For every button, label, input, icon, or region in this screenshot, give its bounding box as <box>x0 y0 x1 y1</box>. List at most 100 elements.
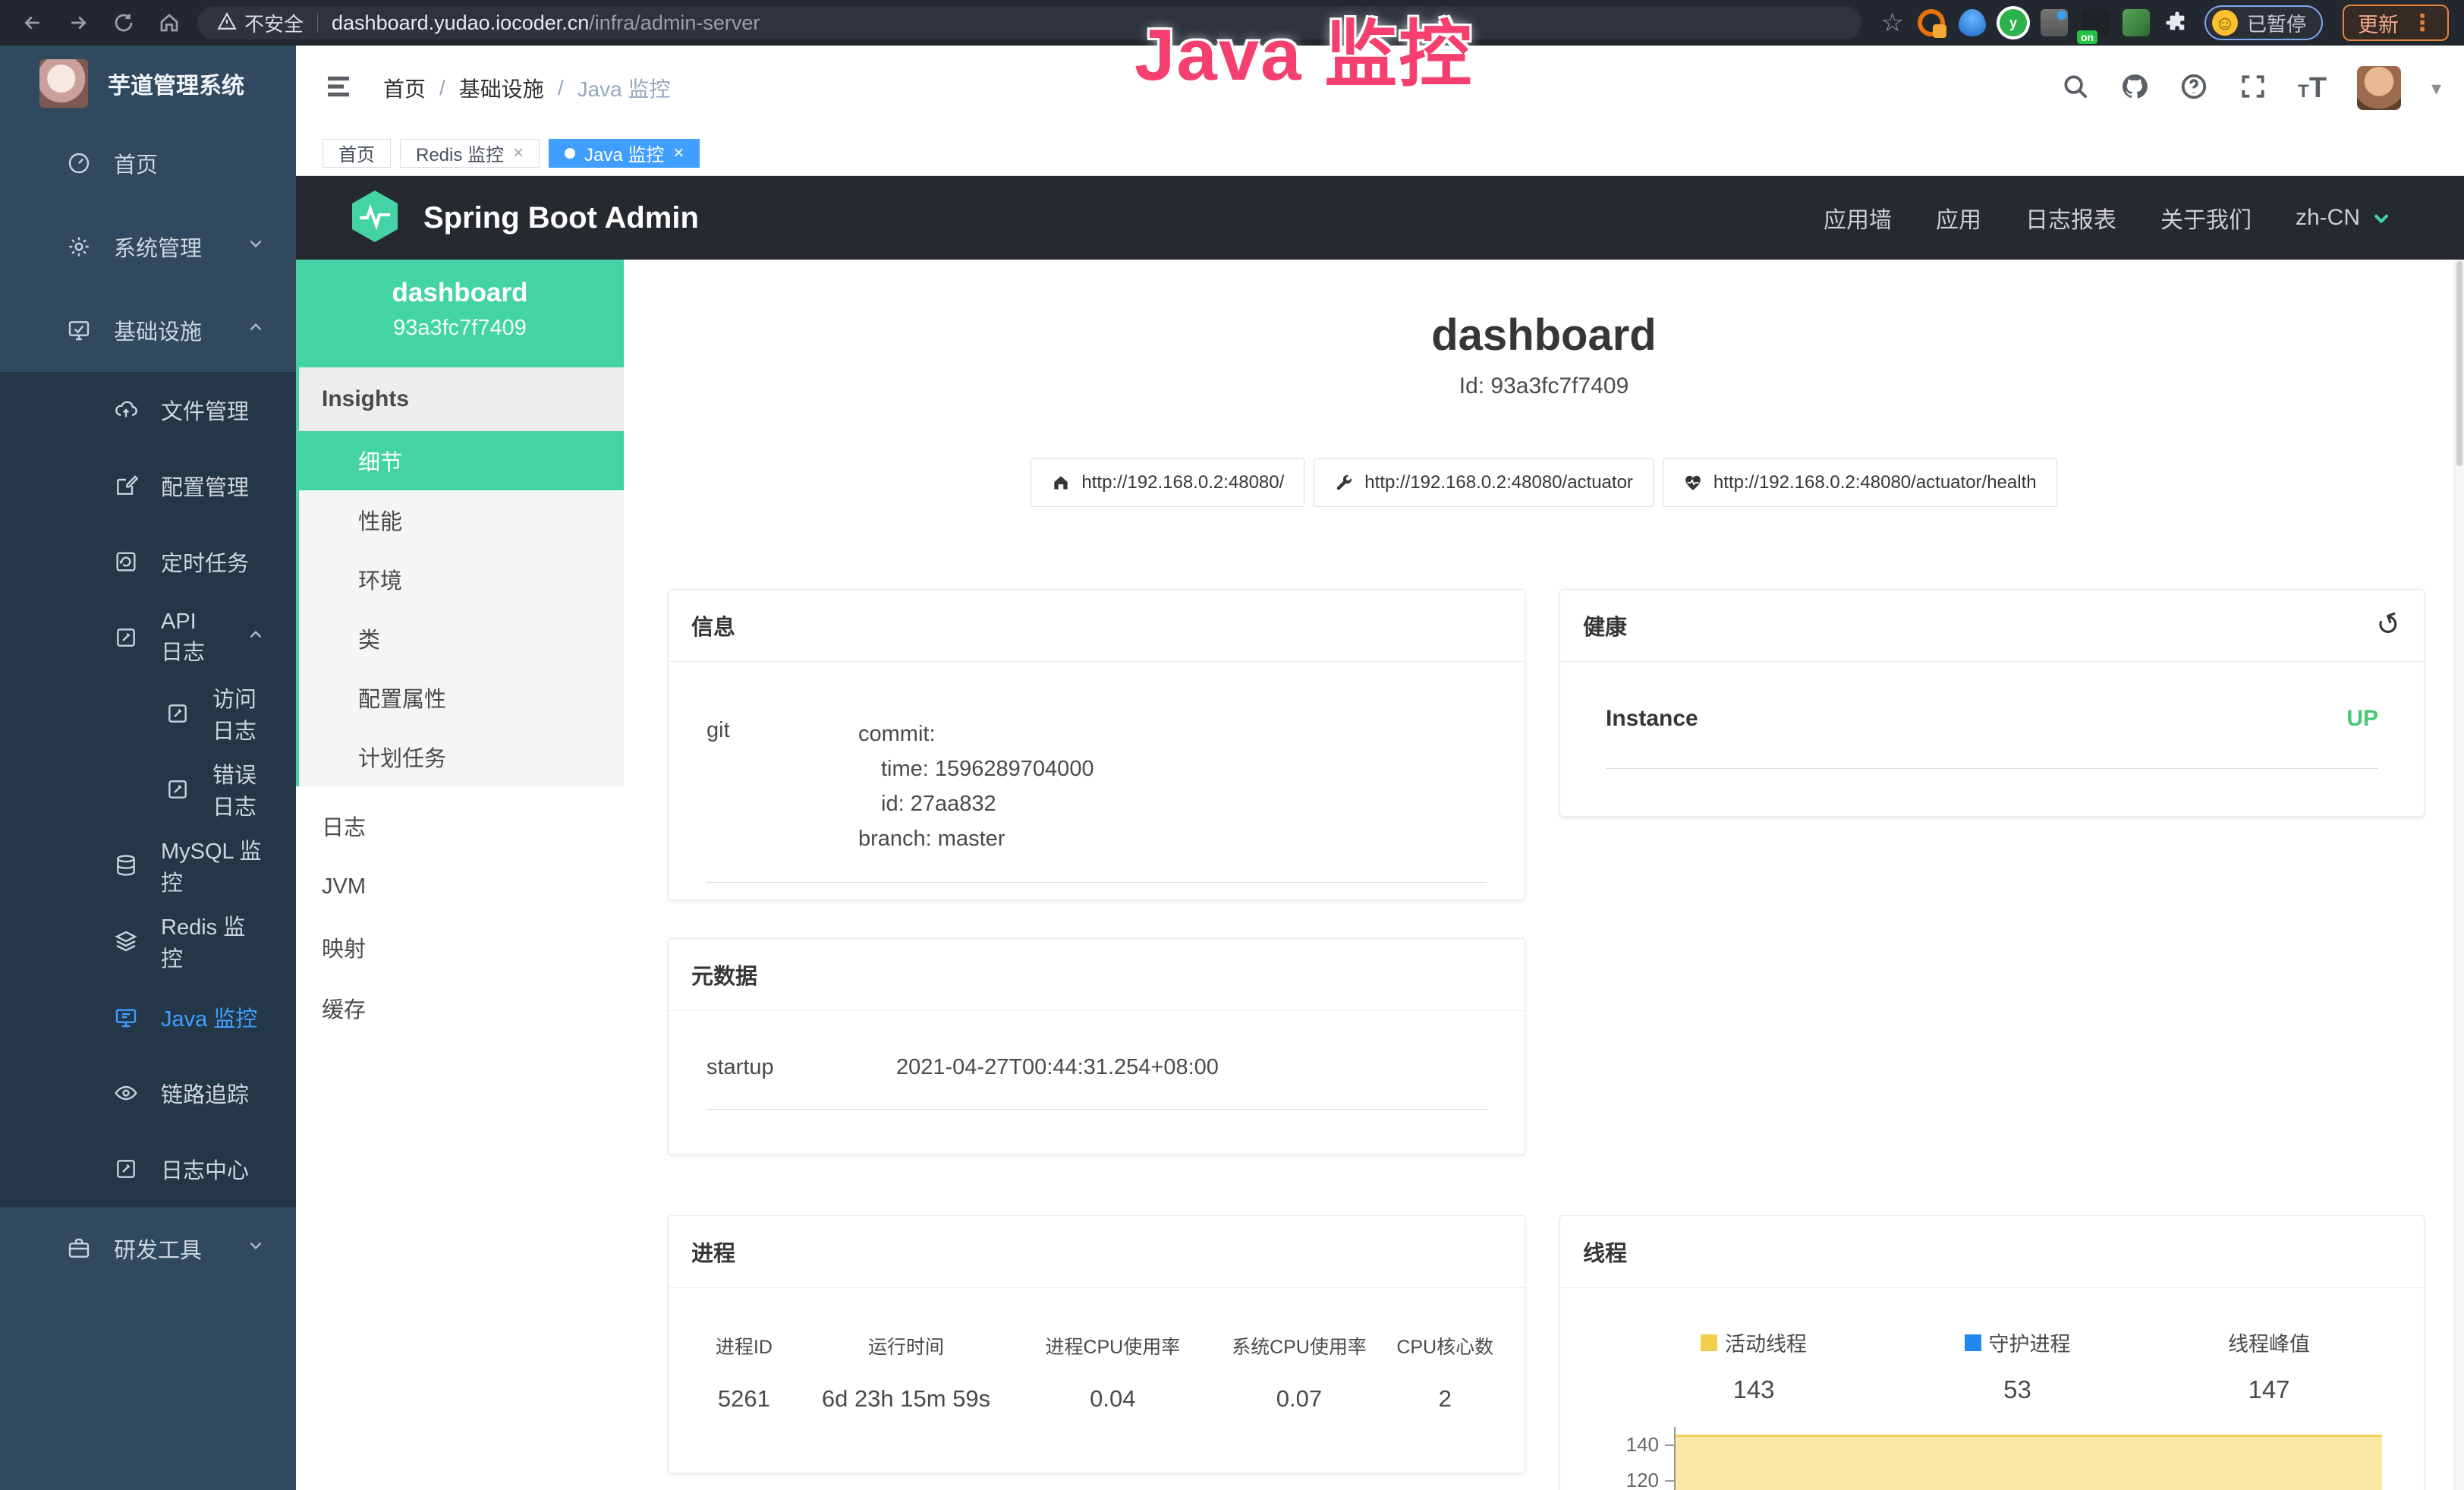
sidebar-item-java-monitor[interactable]: Java 监控 <box>0 979 296 1055</box>
sidebar-item-scheduled-jobs[interactable]: 定时任务 <box>0 524 296 600</box>
sba-brand-title[interactable]: Spring Boot Admin <box>423 201 699 235</box>
sba-nav-journal[interactable]: 日志报表 <box>2025 201 2116 235</box>
instance-links: http://192.168.0.2:48080/ http://192.168… <box>624 458 2464 507</box>
card-process-title: 进程 <box>691 1236 735 1268</box>
github-icon[interactable] <box>2120 72 2149 105</box>
sidebar-submenu-infra: 文件管理 配置管理 定时任务 API 日志 访问日志 <box>0 372 296 1207</box>
user-avatar[interactable] <box>2357 66 2401 110</box>
extension-leaf-icon[interactable] <box>2123 9 2150 36</box>
breadcrumb-home[interactable]: 首页 <box>383 73 426 103</box>
fullscreen-icon[interactable] <box>2239 72 2267 105</box>
url-host[interactable]: dashboard.yudao.iocoder.cn <box>332 11 589 35</box>
tab-home[interactable]: 首页 <box>323 139 391 168</box>
sidebar-item-log-center[interactable]: 日志中心 <box>0 1131 296 1207</box>
sba-nav-wallboard[interactable]: 应用墙 <box>1824 201 1892 235</box>
spring-boot-admin-logo-icon[interactable] <box>349 189 401 247</box>
app-logo-image <box>39 59 88 108</box>
sba-menu-environment[interactable]: 环境 <box>299 550 624 609</box>
sba-menu-jvm[interactable]: JVM <box>296 856 624 917</box>
health-url-button[interactable]: http://192.168.0.2:48080/actuator/health <box>1663 458 2057 507</box>
avatar-caret-icon[interactable]: ▾ <box>2431 77 2441 100</box>
sba-insights-menu: 细节 性能 环境 类 配置属性 计划任务 <box>296 431 624 786</box>
breadcrumb-infra[interactable]: 基础设施 <box>459 73 544 103</box>
search-icon[interactable] <box>2061 72 2090 105</box>
browser-update-button[interactable]: 更新 ⋮ <box>2343 5 2449 41</box>
sba-instance-panel[interactable]: dashboard 93a3fc7f7409 <box>296 260 624 367</box>
service-url-button[interactable]: http://192.168.0.2:48080/ <box>1031 458 1304 507</box>
font-size-icon[interactable]: TT <box>2298 72 2327 105</box>
sba-locale-selector[interactable]: zh-CN <box>2296 205 2392 231</box>
git-commit-line: commit: <box>858 717 1094 751</box>
sidebar-item-api-log[interactable]: API 日志 <box>0 600 296 676</box>
sidebar-item-file-mgmt[interactable]: 文件管理 <box>0 372 296 448</box>
sba-menu-scheduled-tasks[interactable]: 计划任务 <box>299 727 624 786</box>
health-instance-label: Instance <box>1606 706 1698 732</box>
page-title: dashboard <box>624 313 2464 358</box>
browser-menu-dots-icon[interactable]: ⋮ <box>2411 10 2434 36</box>
extension-y-icon[interactable]: y <box>2000 9 2027 36</box>
extension-switch-icon[interactable]: on <box>2082 9 2109 36</box>
extension-colorzilla-icon[interactable] <box>1918 9 1945 36</box>
sidebar-item-trace[interactable]: 链路追踪 <box>0 1055 296 1131</box>
url-path[interactable]: /infra/admin-server <box>589 11 760 35</box>
sba-menu-config-props[interactable]: 配置属性 <box>299 668 624 727</box>
sba-menu-classes[interactable]: 类 <box>299 609 624 668</box>
database-icon <box>114 853 138 877</box>
sba-nav-about[interactable]: 关于我们 <box>2160 201 2252 235</box>
process-table: 进程ID 运行时间 进程CPU使用率 系统CPU使用率 CPU核心数 5261 … <box>691 1332 1502 1413</box>
health-instance-row[interactable]: Instance UP <box>1606 706 2378 769</box>
extension-grid-icon[interactable] <box>2041 9 2068 36</box>
scrollbar-track[interactable] <box>2454 260 2464 1490</box>
process-value-pid: 5261 <box>691 1385 797 1413</box>
card-process: 进程 进程ID 运行时间 进程CPU使用率 系统CPU使用率 CPU核心数 <box>668 1215 1525 1473</box>
profile-paused-pill[interactable]: ☺ 已暂停 <box>2204 5 2323 40</box>
daemon-threads-value: 53 <box>1965 1375 2071 1404</box>
sidebar-item-mysql-monitor[interactable]: MySQL 监控 <box>0 827 296 903</box>
sba-menu-caches[interactable]: 缓存 <box>296 978 624 1038</box>
bookmark-star-icon[interactable]: ☆ <box>1881 10 1904 36</box>
admin-sidebar: 芋道管理系统 首页 系统管理 基础设施 文件管理 <box>0 46 296 1490</box>
update-label: 更新 <box>2358 8 2399 38</box>
hamburger-icon[interactable] <box>323 71 354 106</box>
legend-live-threads: 活动线程 143 <box>1701 1328 1807 1404</box>
extensions-puzzle-icon[interactable] <box>2163 9 2191 36</box>
sidebar-item-config-mgmt[interactable]: 配置管理 <box>0 448 296 524</box>
sidebar-item-access-log[interactable]: 访问日志 <box>0 676 296 751</box>
security-warning-icon[interactable] <box>217 11 237 35</box>
sba-menu-metrics[interactable]: 性能 <box>299 490 624 550</box>
live-threads-area <box>1676 1435 2382 1490</box>
app-logo-row[interactable]: 芋道管理系统 <box>0 46 296 121</box>
history-icon[interactable]: ↺ <box>2373 608 2406 644</box>
sidebar-item-system[interactable]: 系统管理 <box>0 205 296 288</box>
close-icon[interactable]: × <box>513 144 524 162</box>
card-health: 健康 ↺ Instance UP <box>1559 589 2425 817</box>
browser-back-icon[interactable] <box>15 5 50 40</box>
breadcrumb-current: Java 监控 <box>577 73 671 103</box>
git-id-line: id: 27aa832 <box>858 786 1094 821</box>
edit-icon <box>114 474 138 498</box>
security-label[interactable]: 不安全 <box>244 9 304 37</box>
wrench-icon <box>1334 473 1354 493</box>
sidebar-item-infra[interactable]: 基础设施 <box>0 288 296 372</box>
sba-menu-logging[interactable]: 日志 <box>296 795 624 856</box>
tab-java-monitor[interactable]: Java 监控 × <box>549 139 700 168</box>
breadcrumb: 首页 / 基础设施 / Java 监控 <box>383 73 671 103</box>
sidebar-item-devtools[interactable]: 研发工具 <box>0 1207 296 1290</box>
browser-forward-icon[interactable] <box>61 5 96 40</box>
browser-reload-icon[interactable] <box>106 5 141 40</box>
sba-nav-applications[interactable]: 应用 <box>1936 201 1981 235</box>
browser-home-icon[interactable] <box>152 5 187 40</box>
metadata-label: startup <box>706 1055 896 1080</box>
sidebar-item-error-log[interactable]: 错误日志 <box>0 751 296 827</box>
sba-menu-mappings[interactable]: 映射 <box>296 917 624 978</box>
extension-pin-icon[interactable] <box>1959 9 1986 36</box>
sidebar-item-redis-monitor[interactable]: Redis 监控 <box>0 903 296 979</box>
scrollbar-thumb[interactable] <box>2456 261 2462 466</box>
actuator-url-button[interactable]: http://192.168.0.2:48080/actuator <box>1314 458 1654 507</box>
address-bar[interactable]: 不安全 dashboard.yudao.iocoder.cn /infra/ad… <box>197 6 1861 39</box>
sba-menu-details[interactable]: 细节 <box>299 431 624 490</box>
sidebar-item-home[interactable]: 首页 <box>0 121 296 205</box>
close-icon[interactable]: × <box>673 144 684 162</box>
help-icon[interactable] <box>2179 72 2208 105</box>
tab-redis-monitor[interactable]: Redis 监控 × <box>400 139 540 168</box>
